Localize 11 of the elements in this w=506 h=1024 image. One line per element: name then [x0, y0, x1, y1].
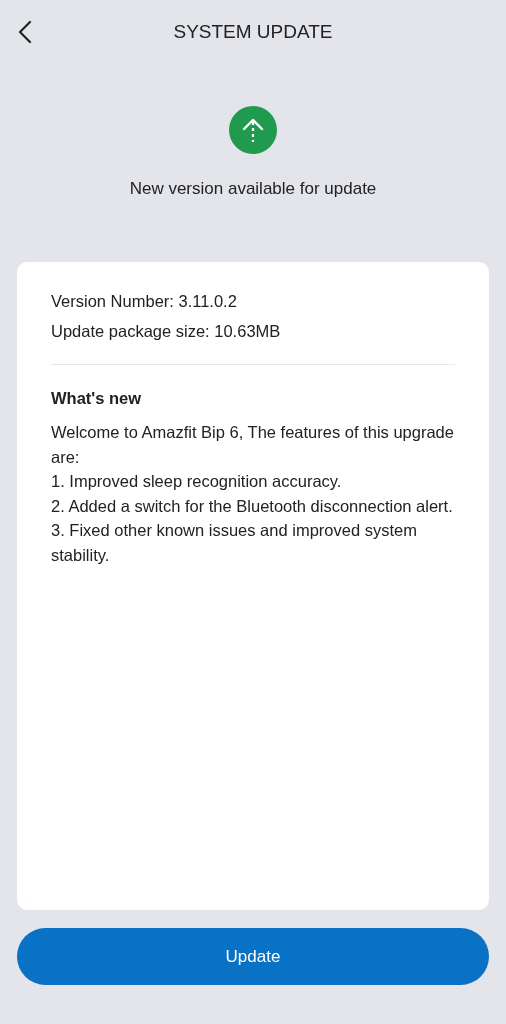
update-available-message: New version available for update [129, 179, 377, 199]
release-note-line: 2. Added a switch for the Bluetooth disconnection alert. [51, 495, 454, 517]
release-note-line: 3. Fixed other known issues and improved system stability. [51, 520, 418, 566]
whats-new-heading: What's new [51, 389, 143, 408]
package-size: Update package size: 10.63MB [51, 321, 282, 342]
update-button[interactable]: Update [17, 928, 489, 985]
back-icon [18, 20, 32, 44]
version-number: Version Number: 3.11.0.2 [51, 291, 238, 312]
release-note-line: Welcome to Amazfit Bip 6, The features of this upgrade are: [51, 422, 455, 468]
page-title: SYSTEM UPDATE [173, 21, 333, 43]
release-note-line: 1. Improved sleep recognition accuracy. [51, 471, 343, 492]
